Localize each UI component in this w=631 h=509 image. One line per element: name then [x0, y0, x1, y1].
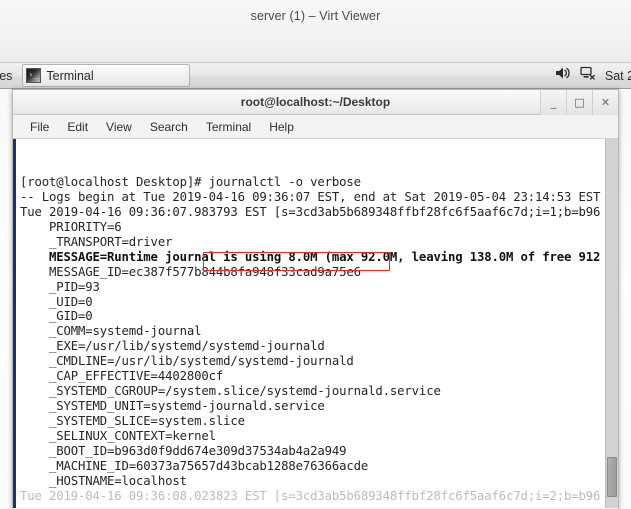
terminal-line: _CAP_EFFECTIVE=4402800cf — [20, 369, 224, 384]
terminal-line: _GID=0 — [20, 309, 93, 324]
terminal-window: root@localhost:~/Desktop _ □ ✕ File Edit… — [12, 89, 619, 509]
terminal-menubar: File Edit View Search Terminal Help — [13, 115, 618, 139]
terminal-line: _SYSTEMD_CGROUP=/system.slice/systemd-jo… — [20, 384, 441, 399]
virt-viewer-title: server (1) – Virt Viewer — [250, 9, 381, 23]
terminal-line: _BOOT_ID=b963d0f9dd674e309d37534ab4a2a94… — [20, 444, 347, 459]
terminal-line: _PID=93 — [20, 279, 100, 294]
vertical-scrollbar[interactable] — [605, 139, 618, 508]
places-menu[interactable]: aces — [0, 69, 18, 83]
menu-edit[interactable]: Edit — [58, 118, 97, 136]
terminal-line: PRIORITY=6 — [20, 219, 122, 234]
menu-file[interactable]: File — [21, 118, 58, 136]
terminal-output[interactable]: [root@localhost Desktop]# journalctl -o … — [16, 139, 605, 508]
volume-icon[interactable] — [555, 66, 571, 85]
screen-root: server (1) – Virt Viewer aces Terminal — [0, 0, 631, 509]
window-controls: _ □ ✕ — [540, 90, 618, 115]
terminal-icon — [26, 68, 42, 83]
terminal-window-title: root@localhost:~/Desktop — [240, 95, 391, 109]
terminal-line: _MACHINE_ID=60373a75657d43bcab1288e76366… — [20, 459, 369, 474]
taskbar-item-terminal[interactable]: Terminal — [22, 64, 191, 87]
terminal-line: [root@localhost Desktop]# journalctl -o … — [20, 174, 361, 189]
terminal-line: _SYSTEMD_SLICE=system.slice — [20, 414, 245, 429]
taskbar-item-label: Terminal — [46, 68, 94, 83]
virt-viewer-titlebar: server (1) – Virt Viewer — [0, 0, 631, 62]
menu-terminal[interactable]: Terminal — [197, 118, 260, 136]
desktop-top-panel: aces Terminal Sat 23 — [0, 62, 631, 89]
terminal-titlebar[interactable]: root@localhost:~/Desktop _ □ ✕ — [13, 90, 618, 115]
close-button[interactable]: ✕ — [592, 90, 618, 115]
maximize-button[interactable]: □ — [566, 90, 592, 115]
terminal-line: Tue 2019-04-16 09:36:07.983793 EST [s=3c… — [20, 204, 601, 219]
scrollbar-thumb[interactable] — [607, 457, 617, 497]
panel-clock[interactable]: Sat 23 — [605, 69, 631, 83]
terminal-line: _HOSTNAME=localhost — [20, 473, 187, 488]
network-disconnected-icon[interactable] — [580, 66, 596, 85]
terminal-line: Tue 2019-04-16 09:36:08.023823 EST [s=3c… — [20, 488, 601, 503]
terminal-line: _SYSTEMD_UNIT=systemd-journald.service — [20, 399, 325, 414]
terminal-line: _EXE=/usr/lib/systemd/systemd-journald — [20, 339, 325, 354]
menu-search[interactable]: Search — [141, 118, 197, 136]
terminal-line: _COMM=systemd-journal — [20, 324, 202, 339]
terminal-line: MESSAGE=Runtime journal is using 8.0M (m… — [20, 249, 601, 264]
terminal-line: -- Logs begin at Tue 2019-04-16 09:36:07… — [20, 189, 601, 204]
panel-right-section: Sat 23 — [555, 63, 631, 88]
terminal-line: _SELINUX_CONTEXT=kernel — [20, 429, 216, 444]
terminal-line: MESSAGE_ID=ec387f577b844b8fa948f33cad9a7… — [20, 264, 361, 279]
minimize-button[interactable]: _ — [540, 90, 566, 115]
terminal-body[interactable]: [root@localhost Desktop]# journalctl -o … — [13, 139, 618, 508]
terminal-line: _CMDLINE=/usr/lib/systemd/systemd-journa… — [20, 354, 354, 369]
menu-view[interactable]: View — [97, 118, 141, 136]
menu-help[interactable]: Help — [260, 118, 303, 136]
terminal-line: _UID=0 — [20, 294, 93, 309]
panel-left-section: aces Terminal — [0, 63, 191, 88]
terminal-line: _TRANSPORT=driver — [20, 234, 173, 249]
